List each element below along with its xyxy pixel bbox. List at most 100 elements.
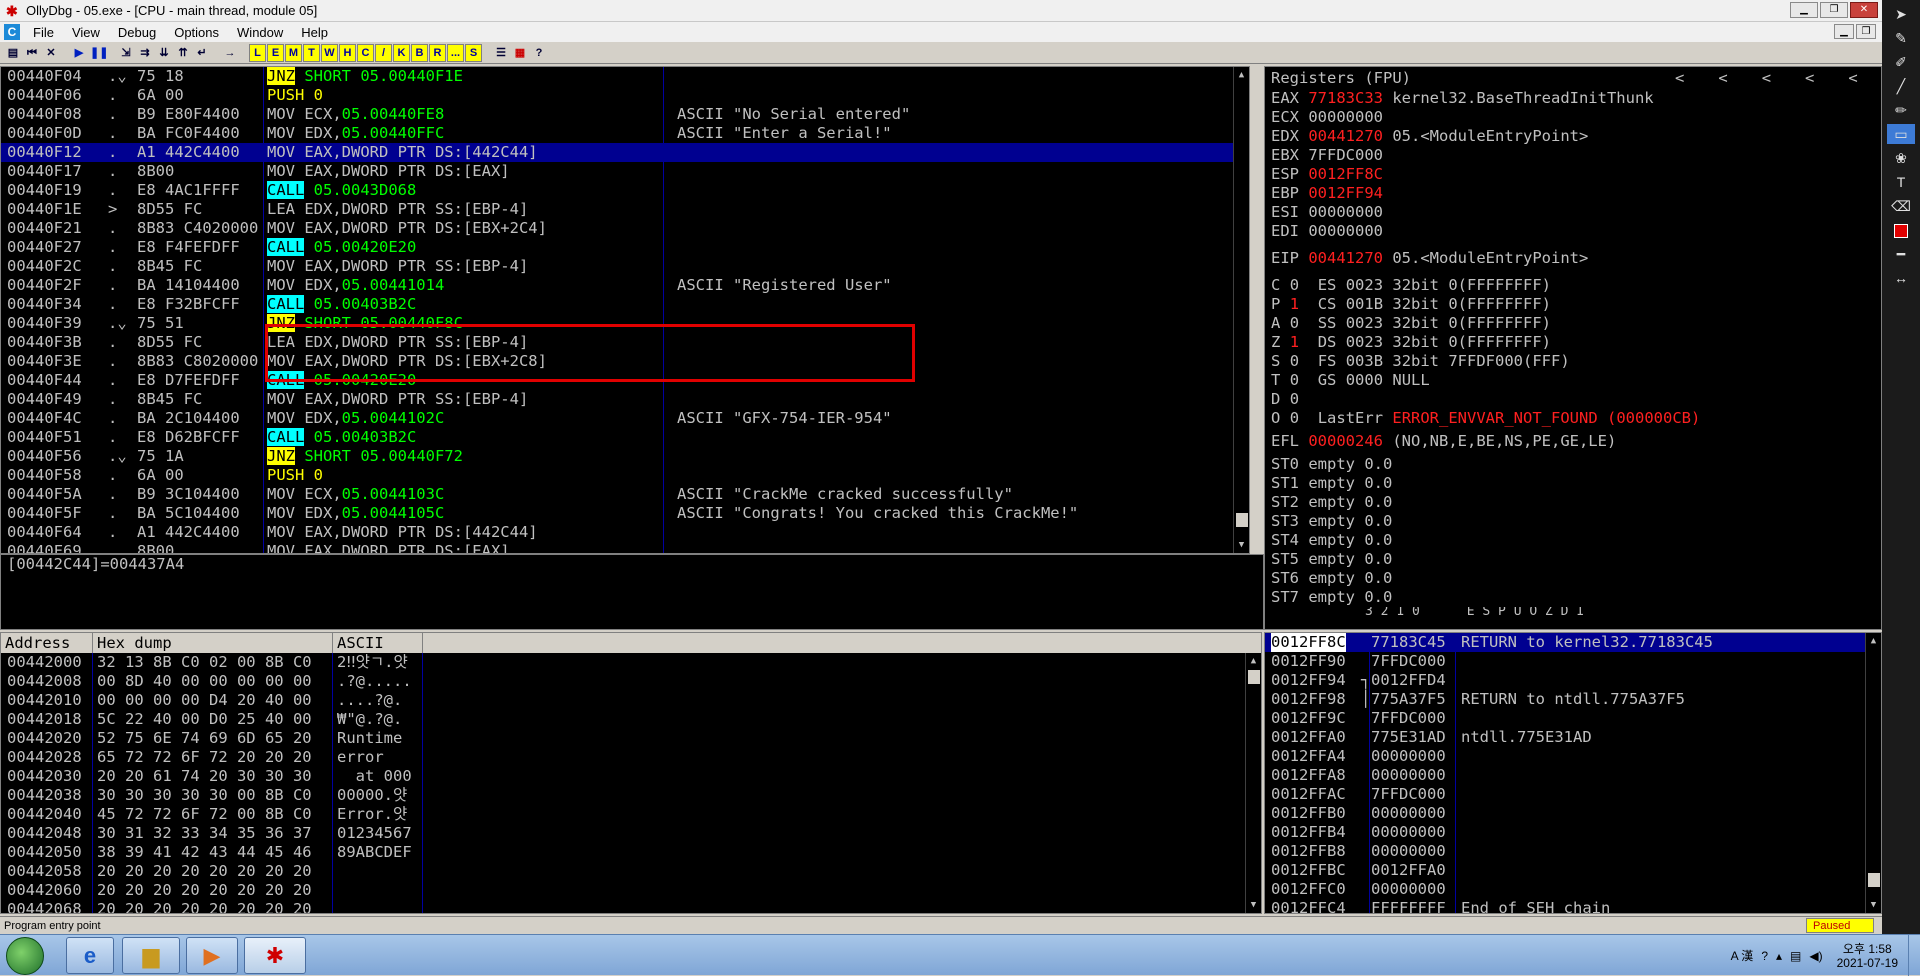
line-icon[interactable]: ╱: [1887, 76, 1915, 96]
disasm-row[interactable]: 00440F64. A1 442C4400 MOV EAX,DWORD PTR DS…: [1, 523, 1249, 542]
toolbar-breakpoints-button[interactable]: B: [411, 43, 428, 62]
scroll-down-icon[interactable]: ▼: [1234, 537, 1249, 553]
volume-icon[interactable]: ◀): [1809, 949, 1822, 963]
stack-pane[interactable]: 0012FF8C 77183C45 RETURN to kernel32.77183…: [1264, 632, 1882, 914]
register-value[interactable]: 00000000: [1308, 203, 1383, 221]
dump-col-address[interactable]: Address: [1, 633, 93, 653]
disasm-row[interactable]: 00440F04 .⌄ 75 18 JNZ SHORT 05.00440F1E: [1, 67, 1249, 86]
open-icon[interactable]: ▤: [4, 43, 22, 62]
stack-scroll-thumb[interactable]: [1868, 873, 1880, 887]
disasm-row[interactable]: 00440F3E. 8B83 C8020000 MOV EAX,DWORD PTR …: [1, 352, 1249, 371]
dump-row[interactable]: 00442008 00 8D 40 00 00 00 00 00 .?@.....: [1, 672, 1261, 691]
register-value[interactable]: 00000000: [1308, 108, 1383, 126]
text-icon[interactable]: T: [1887, 172, 1915, 192]
disassembly-pane[interactable]: 00440F04 .⌄ 75 18 JNZ SHORT 05.00440F1E 0044…: [0, 66, 1250, 554]
disasm-row[interactable]: 00440F56 .⌄ 75 1A JNZ SHORT 05.00440F72: [1, 447, 1249, 466]
dump-col-ascii[interactable]: ASCII: [333, 633, 423, 653]
flag-value[interactable]: 0: [1290, 409, 1299, 427]
disasm-row[interactable]: 00440F51. E8 D62BFCFF CALL 05.00403B2C: [1, 428, 1249, 447]
disasm-row[interactable]: 00440F3B. 8D55 FC LEA EDX,DWORD PTR SS:[EB…: [1, 333, 1249, 352]
disasm-row[interactable]: 00440F1E >8D55 FC LEA EDX,DWORD PTR SS:[EB…: [1, 200, 1249, 219]
fpu-register[interactable]: ST3 empty 0.0: [1265, 512, 1881, 531]
dump-row[interactable]: 00442020 52 75 6E 74 69 6D 65 20 Runtime: [1, 729, 1261, 748]
cursor-icon[interactable]: ➤: [1887, 4, 1915, 24]
dump-scroll-up-icon[interactable]: ▲: [1246, 653, 1261, 669]
child-minimize-button[interactable]: ▁: [1834, 24, 1854, 39]
dump-row[interactable]: 00442060 20 20 20 20 20 20 20 20: [1, 881, 1261, 900]
register-value[interactable]: 00000246: [1308, 432, 1383, 450]
stack-row[interactable]: 0012FFA4 00000000: [1265, 747, 1881, 766]
register-value[interactable]: 00000000: [1308, 222, 1383, 240]
pause-icon[interactable]: ❚❚: [89, 43, 108, 62]
list-icon[interactable]: ☰: [492, 43, 510, 62]
trace-into-icon[interactable]: ⇊: [155, 43, 173, 62]
child-restore-button[interactable]: ❐: [1856, 24, 1876, 39]
fpu-register[interactable]: ST7 empty 0.0: [1265, 588, 1881, 607]
fpu-register[interactable]: ST5 empty 0.0: [1265, 550, 1881, 569]
goto-icon[interactable]: →: [221, 43, 239, 62]
register-value[interactable]: 00441270: [1308, 249, 1383, 267]
register-line-efl[interactable]: EFL 00000246 (NO,NB,E,BE,NS,PE,GE,LE): [1265, 432, 1881, 451]
help-icon[interactable]: ?: [530, 43, 548, 62]
reg-arrow-3[interactable]: <: [1762, 67, 1771, 89]
explorer-icon[interactable]: ▆: [122, 937, 180, 974]
dump-row[interactable]: 00442000 32 13 8B C0 02 00 8B C0 2‼얏ㄱ.얏: [1, 653, 1261, 672]
dump-row[interactable]: 00442048 30 31 32 33 34 35 36 37 01234567: [1, 824, 1261, 843]
dump-pane[interactable]: Address Hex dump ASCII 00442000 32 13 8B …: [0, 632, 1262, 914]
menu-view[interactable]: View: [63, 25, 109, 40]
stack-row[interactable]: 0012FFA8 00000000: [1265, 766, 1881, 785]
toolbar-cpu-button[interactable]: C: [357, 43, 374, 62]
reg-arrow-5[interactable]: <: [1848, 67, 1857, 89]
dump-row[interactable]: 00442010 00 00 00 00 D4 20 40 00 ....?@.: [1, 691, 1261, 710]
flag-value[interactable]: 0: [1290, 276, 1299, 294]
toolbar-callstack-button[interactable]: K: [393, 43, 410, 62]
run-icon[interactable]: ▶: [70, 43, 88, 62]
disasm-row[interactable]: 00440F19. E8 4AC1FFFF CALL 05.0043D068: [1, 181, 1249, 200]
rectangle-icon[interactable]: ▭: [1887, 124, 1915, 144]
disasm-row[interactable]: 00440F12. A1 442C4400 MOV EAX,DWORD PTR DS…: [1, 143, 1249, 162]
register-value[interactable]: 7FFDC000: [1308, 146, 1383, 164]
menu-debug[interactable]: Debug: [109, 25, 165, 40]
register-value[interactable]: 77183C33: [1308, 89, 1383, 107]
flag-line[interactable]: D 0: [1265, 390, 1881, 409]
dump-row[interactable]: 00442038 30 30 30 30 30 00 8B C0 00000.얏: [1, 786, 1261, 805]
stack-row[interactable]: 0012FF9C 7FFDC000: [1265, 709, 1881, 728]
toolbar-windows-button[interactable]: W: [321, 43, 338, 62]
toolbar-patches-button[interactable]: /: [375, 43, 392, 62]
disasm-row[interactable]: 00440F27. E8 F4FEFDFF CALL 05.00420E20: [1, 238, 1249, 257]
dump-scroll-down-icon[interactable]: ▼: [1246, 897, 1261, 913]
dump-scrollbar[interactable]: ▲ ▼: [1245, 653, 1261, 913]
flag-value[interactable]: 0: [1290, 390, 1299, 408]
flag-line[interactable]: T 0 GS 0000 NULL: [1265, 371, 1881, 390]
flag-line[interactable]: Z 1 DS 0023 32bit 0(FFFFFFFF): [1265, 333, 1881, 352]
media-player-icon[interactable]: ▶: [186, 937, 238, 974]
reg-arrow-1[interactable]: <: [1675, 67, 1684, 89]
toolbar-memory-button[interactable]: M: [285, 43, 302, 62]
menu-window[interactable]: Window: [228, 25, 292, 40]
dump-row[interactable]: 00442058 20 20 20 20 20 20 20 20: [1, 862, 1261, 881]
rewind-icon[interactable]: ⏮: [23, 43, 41, 62]
colors-icon[interactable]: ▦: [511, 43, 529, 62]
ime-indicator[interactable]: A 漢: [1731, 947, 1754, 964]
toolbar-threads-button[interactable]: T: [303, 43, 320, 62]
register-line[interactable]: EBX 7FFDC000: [1265, 146, 1881, 165]
restore-button[interactable]: ❐: [1820, 2, 1848, 18]
reg-arrow-4[interactable]: <: [1805, 67, 1814, 89]
disasm-row[interactable]: 00440F08. B9 E80F4400 MOV ECX,05.00440FE8 A…: [1, 105, 1249, 124]
disasm-row[interactable]: 00440F21. 8B83 C4020000 MOV EAX,DWORD PTR …: [1, 219, 1249, 238]
stack-row[interactable]: 0012FF90 7FFDC000: [1265, 652, 1881, 671]
cpu-window-icon[interactable]: C: [4, 24, 20, 40]
flag-value[interactable]: 1: [1290, 295, 1299, 313]
disasm-row[interactable]: 00440F5F. BA 5C104400 MOV EDX,05.0044105C A…: [1, 504, 1249, 523]
flag-line[interactable]: S 0 FS 003B 32bit 7FFDF000(FFF): [1265, 352, 1881, 371]
stack-row[interactable]: 0012FFB8 00000000: [1265, 842, 1881, 861]
toolbar-executables-button[interactable]: E: [267, 43, 284, 62]
flag-value[interactable]: 1: [1290, 333, 1299, 351]
register-line-eip[interactable]: EIP 00441270 05.<ModuleEntryPoint>: [1265, 249, 1881, 268]
step-over-icon[interactable]: ⇉: [136, 43, 154, 62]
clock[interactable]: 오후 1:58 2021-07-19: [1837, 942, 1898, 970]
stack-row[interactable]: 0012FFAC 7FFDC000: [1265, 785, 1881, 804]
flag-line[interactable]: O 0 LastErr ERROR_ENVVAR_NOT_FOUND (0000…: [1265, 409, 1881, 428]
palette-icon[interactable]: ❀: [1887, 148, 1915, 168]
flag-value[interactable]: 0: [1290, 314, 1299, 332]
